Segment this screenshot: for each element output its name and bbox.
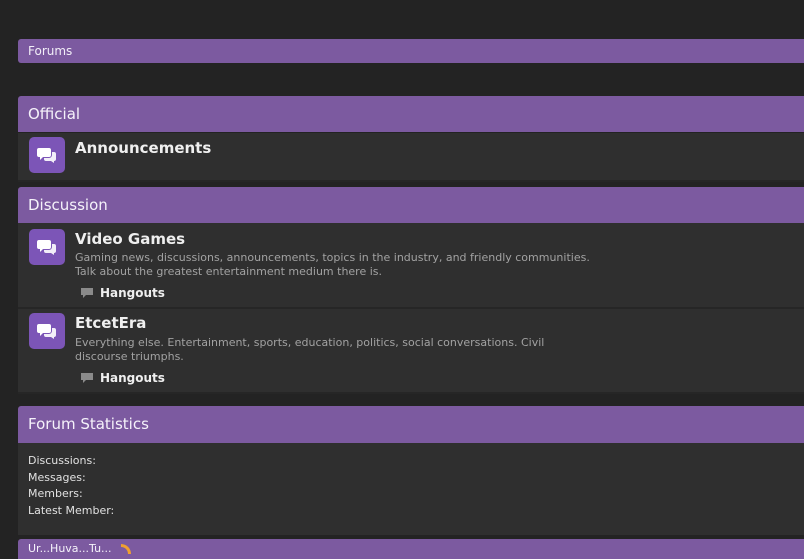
forum-chat-icon — [29, 137, 65, 173]
category-header-official[interactable]: Official — [18, 96, 804, 132]
row-divider — [18, 180, 804, 182]
subforum-label[interactable]: Hangouts — [100, 286, 165, 300]
stat-messages-label: Messages: — [28, 471, 86, 484]
forum-description: Everything else. Entertainment, sports, … — [75, 336, 545, 363]
forum-chat-icon — [29, 229, 65, 265]
footer-bar-label: Ur...Huva...Tu... — [28, 542, 112, 555]
forum-description: Gaming news, discussions, announcements,… — [75, 251, 590, 278]
stat-members-label: Members: — [28, 487, 83, 500]
subforum-label[interactable]: Hangouts — [100, 371, 165, 385]
subforum-link-hangouts[interactable]: Hangouts — [80, 371, 165, 385]
forum-title-announcements[interactable]: Announcements — [75, 139, 211, 157]
statistics-panel: Discussions: Messages: Members: Latest M… — [18, 443, 804, 535]
subforum-link-hangouts[interactable]: Hangouts — [80, 286, 165, 300]
category-title[interactable]: Discussion — [28, 196, 108, 214]
breadcrumb[interactable]: Forums — [18, 39, 804, 63]
stat-latest-member-label: Latest Member: — [28, 504, 115, 517]
footer-bar: Ur...Huva...Tu... — [18, 539, 804, 559]
category-header-discussion[interactable]: Discussion — [18, 187, 804, 223]
category-title[interactable]: Official — [28, 105, 80, 123]
stat-discussions-label: Discussions: — [28, 454, 96, 467]
speech-bubble-icon — [81, 288, 93, 298]
forum-chat-icon — [29, 313, 65, 349]
forum-title-video-games[interactable]: Video Games — [75, 230, 185, 248]
forum-title-etcetera[interactable]: EtcetEra — [75, 314, 146, 332]
speech-bubble-icon — [81, 373, 93, 383]
row-divider — [18, 392, 804, 394]
statistics-title: Forum Statistics — [28, 415, 149, 433]
statistics-header: Forum Statistics — [18, 406, 804, 443]
breadcrumb-forums-link[interactable]: Forums — [28, 44, 72, 58]
rss-icon[interactable] — [121, 544, 132, 554]
